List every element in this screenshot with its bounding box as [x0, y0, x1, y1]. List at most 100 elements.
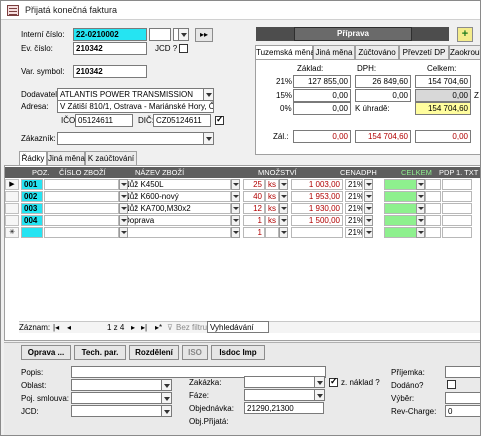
add-button[interactable]: +: [457, 27, 473, 42]
jednotka-cell[interactable]: [265, 227, 279, 238]
first-record-button[interactable]: |◂: [53, 323, 59, 332]
dph-dropdown[interactable]: [364, 179, 373, 190]
new-table-row[interactable]: 1 21%: [11, 227, 472, 238]
series-dropdown-button[interactable]: [178, 28, 189, 41]
zakazka-dropdown-button[interactable]: [314, 376, 325, 388]
poz-cell[interactable]: 004: [21, 215, 43, 226]
celkem-15-field[interactable]: 0,00: [415, 89, 471, 102]
tab-k-zauctovani[interactable]: K zaúčtování: [85, 151, 137, 165]
zal-dph-field[interactable]: 154 704,60: [355, 130, 411, 143]
vyber-field[interactable]: [445, 392, 480, 404]
col-pdp-header[interactable]: PDP: [439, 168, 454, 177]
tab-jina-mena[interactable]: Jiná měna: [313, 45, 355, 59]
zal-celkem-field[interactable]: 0,00: [415, 130, 471, 143]
zakazka-field[interactable]: [244, 376, 324, 388]
poj-smlouva-field[interactable]: [71, 392, 166, 404]
dic-verified-checkbox[interactable]: [215, 114, 224, 125]
objednavka-field[interactable]: 21290,21300: [244, 402, 324, 414]
jednotka-cell[interactable]: ks: [265, 179, 279, 190]
jednotka-cell[interactable]: ks: [265, 215, 279, 226]
jednotka-dropdown[interactable]: [279, 203, 288, 214]
nazev-zbozi-cell[interactable]: Nůž K600-nový: [121, 191, 231, 202]
iso-button[interactable]: ISO: [182, 345, 208, 360]
jednotka-cell[interactable]: ks: [265, 191, 279, 202]
jcd-checkbox[interactable]: [179, 44, 188, 53]
isdoc-imp-button[interactable]: Isdoc Imp: [211, 345, 265, 360]
table-row[interactable]: 004 Doprava 1 ks 1 500,00 21%: [11, 215, 472, 226]
cislo-zbozi-cell[interactable]: [44, 191, 119, 202]
table-row[interactable]: 001 Nůž K450L 25 ks 1 003,00 21%: [11, 179, 472, 190]
zakaznik-dropdown-button[interactable]: [203, 132, 214, 145]
pdp-cell[interactable]: [425, 191, 441, 202]
var-symbol-field[interactable]: 210342: [73, 65, 147, 78]
pdp-cell[interactable]: [425, 179, 441, 190]
oprava-button[interactable]: Oprava ...: [21, 345, 71, 360]
mnozstvi-cell[interactable]: 25: [243, 179, 265, 190]
dph-15-field[interactable]: 0,00: [355, 89, 411, 102]
dph-dropdown[interactable]: [364, 191, 373, 202]
col-poz-header[interactable]: POZ.: [32, 168, 50, 177]
dph-dropdown[interactable]: [364, 227, 373, 238]
rev-charge-field[interactable]: 0: [445, 405, 480, 417]
pdp-cell[interactable]: [425, 215, 441, 226]
cislo-zbozi-cell[interactable]: [44, 215, 119, 226]
dph-cell[interactable]: 21%: [345, 191, 363, 202]
series-field[interactable]: [149, 28, 171, 41]
celkem-dropdown[interactable]: [416, 203, 425, 214]
mnozstvi-cell[interactable]: 12: [243, 203, 265, 214]
col-cena-header[interactable]: CENA: [340, 168, 361, 177]
zaklad-15-field[interactable]: 0,00: [293, 89, 351, 102]
navigate-next-button[interactable]: ▸▸: [195, 28, 213, 42]
col-1-txt-header[interactable]: 1. TXT: [456, 168, 478, 177]
dph-cell[interactable]: 21%: [345, 215, 363, 226]
txt-cell[interactable]: [442, 215, 472, 226]
tab-prevzeti-dp[interactable]: Převzetí DP: [399, 45, 449, 59]
faze-field[interactable]: [244, 389, 324, 401]
celkem-dropdown[interactable]: [416, 215, 425, 226]
poj-smlouva-dropdown-button[interactable]: [161, 392, 172, 404]
cislo-zbozi-cell[interactable]: [44, 203, 119, 214]
cena-cell[interactable]: [291, 227, 343, 238]
mnozstvi-cell[interactable]: 1: [243, 215, 265, 226]
cena-cell[interactable]: 1 930,00: [291, 203, 343, 214]
oblast-dropdown-button[interactable]: [161, 379, 172, 391]
k-uhrade-field[interactable]: 154 704,60: [415, 102, 471, 115]
zaklad-21-field[interactable]: 127 855,00: [293, 75, 351, 88]
tab-radky-jina-mena[interactable]: Jiná měna: [47, 151, 85, 165]
cislo-zbozi-dropdown[interactable]: [119, 203, 128, 214]
bez-filtru-button[interactable]: Bez filtru: [176, 323, 207, 332]
celkem-21-field[interactable]: 154 704,60: [415, 75, 471, 88]
poz-cell[interactable]: 003: [21, 203, 43, 214]
dph-dropdown[interactable]: [364, 203, 373, 214]
ico-field[interactable]: 05124611: [75, 114, 133, 127]
nazev-zbozi-cell[interactable]: Nůž K450L: [121, 179, 231, 190]
dodano-checkbox[interactable]: [447, 380, 456, 389]
cena-cell[interactable]: 1 953,00: [291, 191, 343, 202]
cislo-zbozi-dropdown[interactable]: [119, 179, 128, 190]
celkem-dropdown[interactable]: [416, 227, 425, 238]
nazev-zbozi-dropdown[interactable]: [231, 191, 240, 202]
col-celkem-header[interactable]: CELKEM: [401, 168, 432, 177]
record-position[interactable]: 1 z 4: [107, 323, 124, 332]
mnozstvi-cell[interactable]: 1: [243, 227, 265, 238]
table-row[interactable]: 002 Nůž K600-nový 40 ks 1 953,00 21%: [11, 191, 472, 202]
jednotka-dropdown[interactable]: [279, 227, 288, 238]
oblast-field[interactable]: [71, 379, 166, 391]
col-dph-header[interactable]: DPH: [361, 168, 377, 177]
zal-zaklad-field[interactable]: 0,00: [293, 130, 351, 143]
adresa-field[interactable]: V Zátiší 810/1, Ostrava - Mariánské Hory…: [57, 100, 214, 113]
new-record-button[interactable]: ▸*: [155, 323, 162, 332]
dic-field[interactable]: CZ05124611: [153, 114, 211, 127]
nazev-zbozi-cell[interactable]: Doprava: [121, 215, 231, 226]
mnozstvi-cell[interactable]: 40: [243, 191, 265, 202]
nazev-zbozi-cell[interactable]: Nůž KA700,M30x2: [121, 203, 231, 214]
cislo-zbozi-dropdown[interactable]: [119, 227, 128, 238]
col-mnozstvi-header[interactable]: MNOŽSTVÍ: [258, 168, 297, 177]
celkem-dropdown[interactable]: [416, 179, 425, 190]
nazev-zbozi-cell[interactable]: [121, 227, 231, 238]
tab-radky[interactable]: Řádky: [19, 151, 47, 166]
table-row[interactable]: 003 Nůž KA700,M30x2 12 ks 1 930,00 21%: [11, 203, 472, 214]
txt-cell[interactable]: [442, 203, 472, 214]
dph-dropdown[interactable]: [364, 215, 373, 226]
cislo-zbozi-dropdown[interactable]: [119, 215, 128, 226]
